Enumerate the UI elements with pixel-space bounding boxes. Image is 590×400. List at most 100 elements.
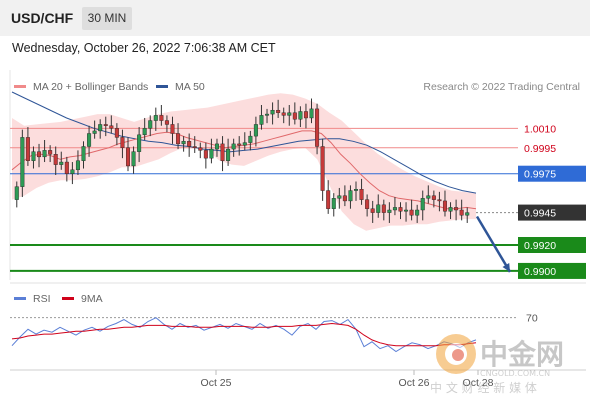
- candle-body: [81, 146, 86, 161]
- candle-body: [153, 115, 158, 121]
- candle-body: [53, 154, 58, 165]
- candle-body: [37, 151, 42, 158]
- candle-body: [159, 115, 164, 121]
- ma50-legend-label: MA 50: [175, 81, 205, 93]
- candle-body: [181, 141, 186, 145]
- candle-body: [203, 150, 208, 159]
- ma20-legend-swatch: [14, 85, 26, 88]
- candle-body: [242, 142, 247, 146]
- rsi-legend-label: RSI: [33, 293, 51, 305]
- candle-body: [404, 209, 409, 212]
- level-label-0.9945: 0.9945: [524, 208, 556, 220]
- candle-body: [164, 120, 169, 125]
- rsi-ma-legend-label: 9MA: [81, 293, 103, 305]
- candle-body: [287, 112, 292, 116]
- candle-body: [454, 207, 459, 211]
- candle-body: [187, 141, 192, 147]
- candle-body: [276, 109, 281, 113]
- candle-body: [448, 207, 453, 212]
- candle-body: [214, 143, 219, 150]
- x-tick-label: Oct 25: [201, 377, 232, 389]
- candle-body: [409, 209, 414, 216]
- candle-body: [103, 124, 108, 126]
- timeframe-button[interactable]: 30 MIN: [82, 7, 132, 30]
- level-label-0.9975: 0.9975: [524, 169, 556, 181]
- candle-body: [87, 133, 92, 147]
- candle-body: [64, 161, 69, 174]
- x-tick-label: Oct 26: [399, 377, 430, 389]
- candle-body: [365, 199, 370, 209]
- candle-body: [437, 199, 442, 202]
- research-credit: Research © 2022 Trading Central: [423, 81, 580, 93]
- candle-body: [198, 147, 203, 151]
- candle-body: [281, 112, 286, 116]
- rsi-series-rsi: [11, 317, 477, 353]
- candle-body: [70, 169, 75, 174]
- candle-body: [14, 186, 19, 200]
- candle-body: [226, 148, 231, 161]
- rsi-series-9ma: [11, 322, 477, 347]
- candle-body: [415, 209, 420, 216]
- candle-body: [137, 134, 142, 152]
- candle-body: [465, 212, 470, 216]
- candle-body: [320, 146, 325, 191]
- candle-body: [98, 124, 103, 132]
- watermark-domain: CNGOLD.COM.CN: [480, 369, 550, 378]
- candle-body: [342, 195, 347, 202]
- candle-body: [315, 108, 320, 147]
- ma50-legend-swatch: [156, 85, 168, 88]
- candle-body: [148, 120, 153, 129]
- level-label-0.9995: 0.9995: [524, 143, 556, 155]
- candle-body: [337, 195, 342, 199]
- candle-body: [48, 150, 53, 155]
- watermark-logo-core: [452, 349, 464, 361]
- candle-body: [292, 112, 297, 120]
- candle-body: [270, 109, 275, 115]
- chart-header: USD/CHF 30 MIN: [0, 0, 590, 36]
- candle-body: [237, 143, 242, 146]
- level-label-1.0010: 1.0010: [524, 123, 556, 135]
- candle-body: [253, 124, 258, 137]
- candle-body: [398, 207, 403, 212]
- candle-body: [442, 200, 447, 212]
- candle-body: [309, 108, 314, 119]
- candle-body: [387, 209, 392, 213]
- candle-body: [381, 204, 386, 213]
- candle-body: [131, 151, 136, 167]
- symbol-title: USD/CHF: [11, 10, 74, 26]
- ma20-legend-label: MA 20 + Bollinger Bands: [33, 81, 148, 93]
- candle-body: [120, 137, 125, 148]
- candle-body: [331, 198, 336, 209]
- candle-body: [370, 208, 375, 213]
- chart-panel: MA 20 + Bollinger Bands MA 50 Research ©…: [0, 62, 590, 400]
- watermark-brand: 中金网: [480, 338, 564, 371]
- rsi-legend-swatch: [14, 297, 26, 300]
- price-level-labels: 1.0010 0.9995 0.9975 0.9945 0.9920 0.9900: [518, 123, 586, 279]
- candle-body: [42, 150, 47, 158]
- candle-body: [303, 111, 308, 119]
- candle-body: [192, 146, 197, 148]
- candle-body: [426, 195, 431, 199]
- candle-body: [170, 124, 175, 134]
- candle-body: [354, 189, 359, 191]
- watermark: 中金网 CNGOLD.COM.CN 中 文 财 经 新 媒 体: [430, 334, 564, 395]
- candle-body: [392, 207, 397, 211]
- rsi-ma-legend-swatch: [62, 297, 74, 300]
- candle-body: [420, 198, 425, 211]
- candle-body: [176, 133, 181, 145]
- candle-body: [376, 204, 381, 213]
- candle-body: [431, 195, 436, 200]
- candle-body: [231, 143, 236, 150]
- candle-body: [125, 147, 130, 167]
- level-label-0.9920: 0.9920: [524, 240, 556, 252]
- candle-body: [142, 128, 147, 136]
- candle-body: [209, 148, 214, 159]
- candle-body: [326, 190, 331, 209]
- candle-body: [114, 128, 119, 138]
- candle-body: [75, 160, 80, 171]
- candle-body: [298, 111, 303, 120]
- candle-body: [59, 161, 64, 165]
- candle-body: [220, 143, 225, 161]
- candle-body: [20, 137, 25, 187]
- level-label-0.9900: 0.9900: [524, 266, 556, 278]
